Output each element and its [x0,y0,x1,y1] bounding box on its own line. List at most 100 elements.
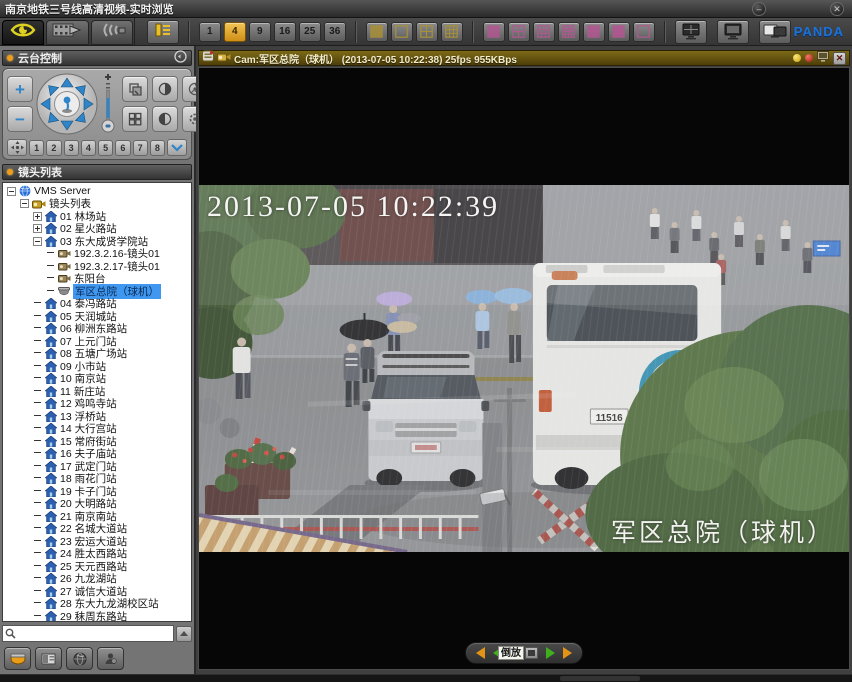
tv-wall-button[interactable] [675,20,707,44]
split-9-button[interactable]: 9 [249,22,271,42]
split-4-button[interactable]: 4 [224,22,246,42]
ptz-panel: + − [2,68,192,160]
dome-camera-button[interactable] [4,647,31,670]
brand-logo: PANDA [794,24,844,39]
tab-playback[interactable] [46,20,88,45]
map-globe-button[interactable] [66,647,93,670]
grid-layout-pink-6-button[interactable] [608,22,630,42]
step-backward-button[interactable] [476,647,485,659]
app-window: 南京地铁三号线高清视频-实时浏览 – ✕ [0,0,852,682]
tree-expander-spacer [33,599,42,608]
station-icon [45,423,57,434]
split-36-button[interactable]: 36 [324,22,346,42]
tree-expander[interactable] [33,224,42,233]
toolbar-separator [355,21,357,43]
preset-1-button[interactable]: 1 [29,140,44,156]
grid-layout-gold-2-button[interactable] [391,22,413,42]
iris-add-button[interactable] [152,76,178,102]
mode-tabs [0,18,135,45]
preset-4-button[interactable]: 4 [81,140,96,156]
station-icon [45,598,57,609]
expand-presets-button[interactable] [167,139,187,156]
tree-expander-spacer [46,287,55,296]
minimize-button[interactable]: – [752,2,766,16]
search-box [2,625,174,642]
tree-node-station-29[interactable]: 29 秣周东路站 [5,610,191,622]
zoom-in-button[interactable]: + [7,76,33,102]
video-titlebar: Cam:军区总院（球机） (2013-07-05 10:22:38) 25fps… [198,50,850,66]
preset-button-group: 12345678 [29,140,165,156]
split-16-button[interactable]: 16 [274,22,296,42]
close-video-button[interactable]: ✕ [833,52,846,65]
tree-expander-spacer [33,374,42,383]
split-1-button[interactable]: 1 [199,22,221,42]
close-button[interactable]: ✕ [830,2,844,16]
preset-3-button[interactable]: 3 [64,140,79,156]
eye-icon [7,21,39,44]
station-icon [45,373,57,384]
focus-add-button[interactable] [122,76,148,102]
ptz-direction-pad[interactable] [36,73,98,135]
tree-expander[interactable] [33,212,42,221]
iris-sub-button[interactable] [152,106,178,132]
bottom-handle[interactable] [560,676,640,681]
grid-layout-gold-1-button[interactable] [366,22,388,42]
preset-8-button[interactable]: 8 [150,140,165,156]
single-monitor-button[interactable] [717,20,749,44]
station-icon [45,236,57,247]
station-icon [45,586,57,597]
tab-live-view[interactable] [2,20,44,45]
panel-layout-button[interactable] [35,647,62,670]
tree-node-vms-server[interactable]: VMS Server [5,185,191,198]
street-scene: 11516 [199,185,849,552]
tree-expander-spacer [33,474,42,483]
tab-broadcast[interactable] [91,20,133,45]
multi-view-button[interactable] [122,106,148,132]
grid-layout-pink-5-button[interactable] [583,22,605,42]
snapshot-icon[interactable] [817,49,829,67]
zoom-out-button[interactable]: − [7,106,33,132]
tree-expander-spacer [33,512,42,521]
layout-list-button[interactable] [147,20,179,44]
search-collapse-button[interactable] [176,626,192,642]
grid-layout-pink-3-button[interactable] [533,22,555,42]
grid-layout-pink-2-button[interactable] [508,22,530,42]
station-icon [45,336,57,347]
preset-5-button[interactable]: 5 [98,140,113,156]
tree-expander[interactable] [20,199,29,208]
tree-expander-spacer [33,299,42,308]
tree-expander-spacer [46,262,55,271]
monitor-icon [525,647,538,659]
grid-layout-pink-1-button[interactable] [483,22,505,42]
video-title-text: Cam:军区总院（球机） (2013-07-05 10:22:38) 25fps… [234,51,517,66]
preset-2-button[interactable]: 2 [46,140,61,156]
dual-monitor-button[interactable] [759,20,791,44]
camera-search-input[interactable] [18,627,173,640]
user-button[interactable] [97,647,124,670]
tree-expander[interactable] [7,187,16,196]
tree-expander-spacer [33,587,42,596]
tree-expander[interactable] [33,237,42,246]
ptz-settings-button[interactable] [174,50,187,66]
tree-expander-spacer [33,399,42,408]
grid-layout-gold-3-button[interactable] [416,22,438,42]
pan-scan-button[interactable] [7,139,27,156]
record-indicator-icon [793,54,801,62]
preset-6-button[interactable]: 6 [115,140,130,156]
grid-layout-gold-4-button[interactable] [441,22,463,42]
split-25-button[interactable]: 25 [299,22,321,42]
grid-layout-pink-7-button[interactable] [633,22,655,42]
tree-expander-spacer [33,612,42,621]
camera-list-header: 镜头列表 [2,164,192,180]
tree-expander-spacer [33,449,42,458]
tree-expander-spacer [33,462,42,471]
ptz-speed-slider[interactable] [101,74,115,134]
tree-expander-spacer [46,274,55,283]
video-canvas[interactable]: 11516 [198,67,850,670]
preset-7-button[interactable]: 7 [133,140,148,156]
station-icon [45,211,57,222]
grid-layout-pink-4-button[interactable] [558,22,580,42]
play-button[interactable] [546,647,555,659]
step-forward-button[interactable] [563,647,572,659]
dome-icon [58,287,70,296]
